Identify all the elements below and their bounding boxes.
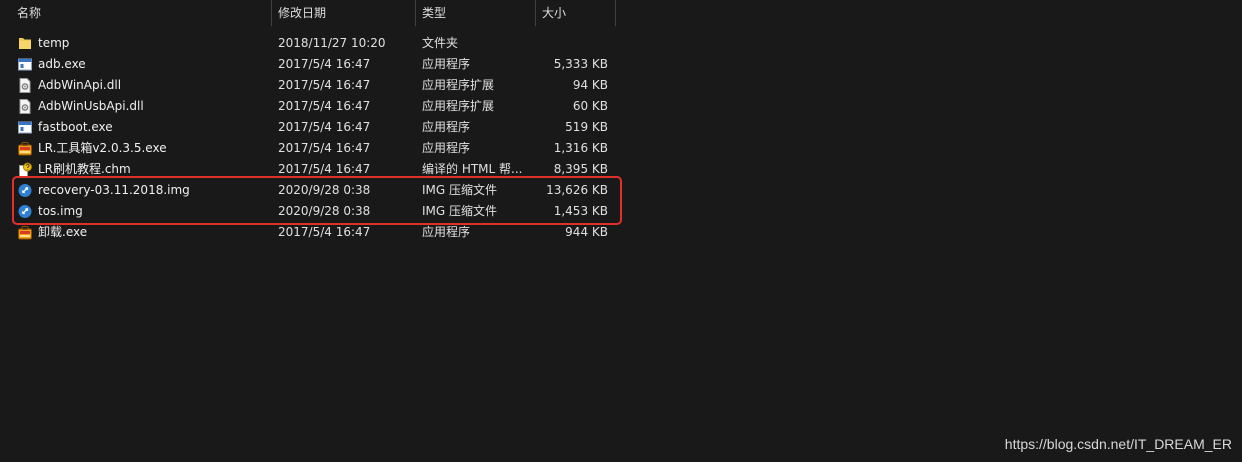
dll-gear-icon xyxy=(18,99,32,114)
watermark-text: https://blog.csdn.net/IT_DREAM_ER xyxy=(1004,436,1232,452)
file-name: fastboot.exe xyxy=(38,120,113,134)
file-size: 5,333 KB xyxy=(553,57,608,71)
img-archive-icon xyxy=(18,204,32,219)
file-size: 1,453 KB xyxy=(553,204,608,218)
file-name: LR.工具箱v2.0.3.5.exe xyxy=(38,141,167,155)
file-row[interactable]: recovery-03.11.2018.img 2020/9/28 0:38 I… xyxy=(0,180,620,201)
column-header-bar: 名称 ^ 修改日期 类型 大小 xyxy=(0,0,616,26)
column-header-type-label: 类型 xyxy=(422,6,447,20)
file-type: 应用程序扩展 xyxy=(422,99,495,113)
file-type: 应用程序 xyxy=(422,57,471,71)
file-row[interactable]: LR.工具箱v2.0.3.5.exe 2017/5/4 16:47 应用程序 1… xyxy=(0,138,620,159)
file-date: 2017/5/4 16:47 xyxy=(278,120,371,134)
toolbox-app-icon xyxy=(18,225,32,240)
file-row[interactable]: fastboot.exe 2017/5/4 16:47 应用程序 519 KB xyxy=(0,117,620,138)
column-header-date[interactable]: 修改日期 xyxy=(272,0,416,26)
exe-app-icon xyxy=(18,120,32,135)
chm-help-icon xyxy=(18,162,32,177)
file-size: 60 KB xyxy=(572,99,608,113)
exe-app-icon xyxy=(18,57,32,72)
file-type: 应用程序扩展 xyxy=(422,78,495,92)
column-header-name[interactable]: 名称 ^ xyxy=(0,0,272,26)
column-header-size[interactable]: 大小 xyxy=(536,0,616,26)
file-date: 2017/5/4 16:47 xyxy=(278,78,371,92)
file-name: temp xyxy=(38,36,70,50)
dll-gear-icon xyxy=(18,78,32,93)
file-row[interactable]: 卸载.exe 2017/5/4 16:47 应用程序 944 KB xyxy=(0,222,620,243)
file-date: 2020/9/28 0:38 xyxy=(278,204,371,218)
file-size xyxy=(536,33,608,54)
file-date: 2018/11/27 10:20 xyxy=(278,36,386,50)
file-type: 应用程序 xyxy=(422,225,471,239)
file-row[interactable]: AdbWinUsbApi.dll 2017/5/4 16:47 应用程序扩展 6… xyxy=(0,96,620,117)
file-name: adb.exe xyxy=(38,57,86,71)
file-row[interactable]: adb.exe 2017/5/4 16:47 应用程序 5,333 KB xyxy=(0,54,620,75)
column-header-date-label: 修改日期 xyxy=(278,6,327,20)
file-row[interactable]: LR刷机教程.chm 2017/5/4 16:47 编译的 HTML 帮... … xyxy=(0,159,620,180)
file-date: 2017/5/4 16:47 xyxy=(278,141,371,155)
file-name: tos.img xyxy=(38,204,83,218)
file-name: recovery-03.11.2018.img xyxy=(38,183,190,197)
column-header-size-label: 大小 xyxy=(542,6,567,20)
file-name: LR刷机教程.chm xyxy=(38,162,131,176)
file-size: 8,395 KB xyxy=(553,162,608,176)
file-type: 文件夹 xyxy=(422,36,459,50)
file-name: AdbWinUsbApi.dll xyxy=(38,99,144,113)
file-list: temp 2018/11/27 10:20 文件夹 adb.exe 2017/5… xyxy=(0,33,620,243)
file-type: IMG 压缩文件 xyxy=(422,183,498,197)
file-size: 1,316 KB xyxy=(553,141,608,155)
toolbox-app-icon xyxy=(18,141,32,156)
file-date: 2017/5/4 16:47 xyxy=(278,99,371,113)
file-size: 944 KB xyxy=(565,225,608,239)
file-date: 2020/9/28 0:38 xyxy=(278,183,371,197)
file-type: IMG 压缩文件 xyxy=(422,204,498,218)
file-name: 卸载.exe xyxy=(38,225,88,239)
file-row[interactable]: AdbWinApi.dll 2017/5/4 16:47 应用程序扩展 94 K… xyxy=(0,75,620,96)
file-type: 编译的 HTML 帮... xyxy=(422,162,523,176)
file-size: 13,626 KB xyxy=(546,183,608,197)
file-type: 应用程序 xyxy=(422,141,471,155)
file-date: 2017/5/4 16:47 xyxy=(278,162,371,176)
column-header-name-label: 名称 xyxy=(17,6,42,20)
file-row[interactable]: temp 2018/11/27 10:20 文件夹 xyxy=(0,33,620,54)
sort-ascending-icon: ^ xyxy=(136,0,145,7)
file-size: 94 KB xyxy=(572,78,608,92)
file-name: AdbWinApi.dll xyxy=(38,78,122,92)
file-date: 2017/5/4 16:47 xyxy=(278,57,371,71)
column-header-type[interactable]: 类型 xyxy=(416,0,536,26)
file-type: 应用程序 xyxy=(422,120,471,134)
file-row[interactable]: tos.img 2020/9/28 0:38 IMG 压缩文件 1,453 KB xyxy=(0,201,620,222)
img-archive-icon xyxy=(18,183,32,198)
file-date: 2017/5/4 16:47 xyxy=(278,225,371,239)
file-size: 519 KB xyxy=(565,120,608,134)
folder-icon xyxy=(18,36,32,51)
